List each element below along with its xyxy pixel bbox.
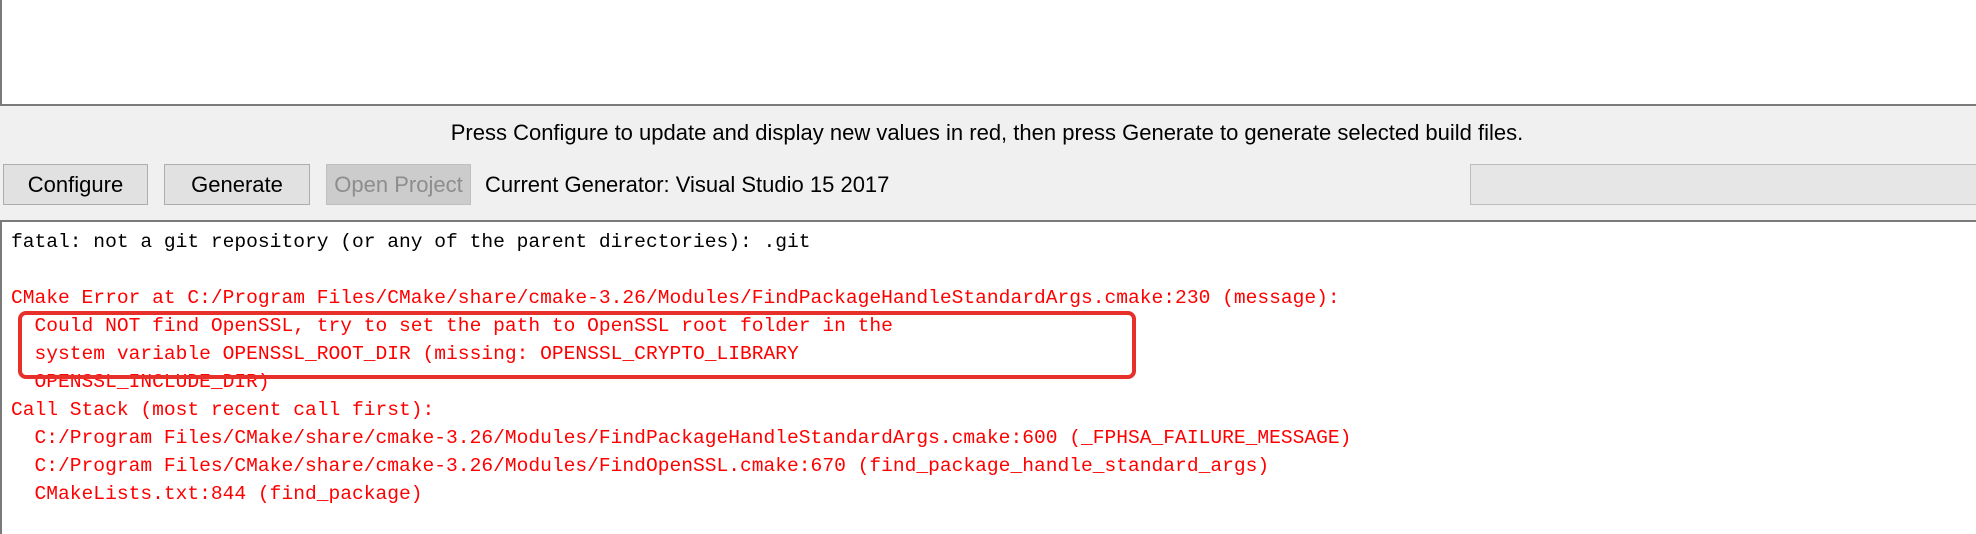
output-log-line: OPENSSL_INCLUDE_DIR) (11, 371, 270, 393)
output-log-line: C:/Program Files/CMake/share/cmake-3.26/… (11, 427, 1352, 449)
generate-button[interactable]: Generate (164, 164, 310, 205)
current-generator-label: Current Generator: Visual Studio 15 2017 (485, 172, 890, 197)
output-log-line: system variable OPENSSL_ROOT_DIR (missin… (11, 343, 799, 365)
cache-values-panel[interactable] (0, 0, 1976, 106)
instruction-hint-text: Press Configure to update and display ne… (450, 120, 1524, 145)
instruction-hint: Press Configure to update and display ne… (0, 118, 1976, 148)
output-log-line: CMakeLists.txt:844 (find_package) (11, 483, 423, 505)
output-log-line: C:/Program Files/CMake/share/cmake-3.26/… (11, 455, 1270, 477)
output-log[interactable]: fatal: not a git repository (or any of t… (0, 220, 1976, 534)
output-log-line: Call Stack (most recent call first): (11, 399, 435, 421)
output-log-line: CMake Error at C:/Program Files/CMake/sh… (11, 287, 1340, 309)
configure-button[interactable]: Configure (3, 164, 148, 205)
cmake-gui-window: Press Configure to update and display ne… (0, 0, 1976, 534)
progress-bar (1470, 164, 1976, 205)
open-project-button[interactable]: Open Project (326, 164, 471, 205)
output-log-line: fatal: not a git repository (or any of t… (11, 231, 811, 253)
output-log-line: Could NOT find OpenSSL, try to set the p… (11, 315, 893, 337)
